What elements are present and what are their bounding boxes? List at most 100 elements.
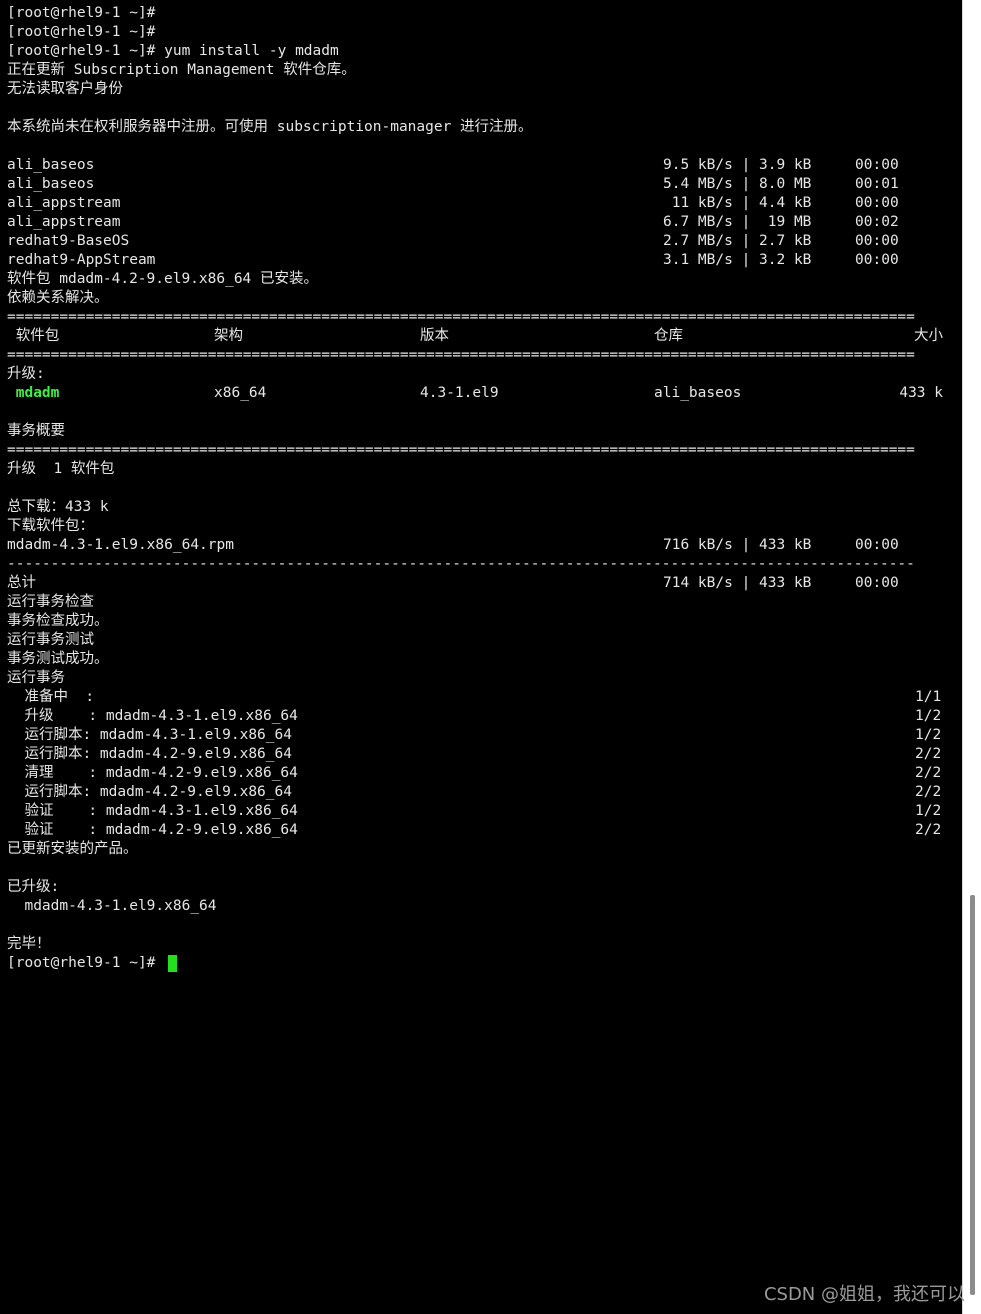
terminal-line: [root@rhel9-1 ~]# — [7, 4, 957, 23]
progress-count: 1/2 — [915, 708, 942, 724]
line-text: ----------------------------------------… — [7, 556, 915, 572]
terminal-line: 准备中 : 1/1 — [7, 688, 957, 707]
line-text: ali_baseos — [7, 157, 95, 173]
terminal-window: [root@rhel9-1 ~]# [root@rhel9-1 ~]# [root@… — [0, 0, 981, 1314]
line-text: 升级 : mdadm-4.3-1.el9.x86_64 — [7, 708, 298, 724]
line-text: 验证 : mdadm-4.2-9.el9.x86_64 — [7, 822, 298, 838]
terminal-line: mdadm x86_64 4.3-1.el9 ali_baseos 433 k — [7, 384, 957, 403]
terminal-line: 总计 714 kB/s | 433 kB 00:00 — [7, 574, 957, 593]
transfer-stats: 5.4 MB/s | 8.0 MB 00:01 — [663, 176, 899, 192]
terminal-line: 运行脚本: mdadm-4.2-9.el9.x86_64 2/2 — [7, 783, 957, 802]
progress-count: 1/2 — [915, 727, 942, 743]
terminal-line: 事务测试成功。 — [7, 650, 957, 669]
line-text: 清理 : mdadm-4.2-9.el9.x86_64 — [7, 765, 298, 781]
progress-count: 2/2 — [915, 784, 942, 800]
terminal-line: 升级 1 软件包 — [7, 460, 957, 479]
col-arch: 架构 — [214, 328, 243, 344]
terminal-line: redhat9-AppStream 3.1 MB/s | 3.2 kB 00:00 — [7, 251, 957, 270]
transfer-stats: 11 kB/s | 4.4 kB 00:00 — [663, 195, 899, 211]
line-text: 运行事务 — [7, 670, 65, 686]
col-size: 大小 — [914, 328, 943, 344]
col-version: 4.3-1.el9 — [420, 385, 499, 401]
line-text: 升级 1 软件包 — [7, 461, 115, 477]
line-text: redhat9-AppStream — [7, 252, 156, 268]
progress-count: 2/2 — [915, 765, 942, 781]
line-text: [root@rhel9-1 ~]# yum install -y mdadm — [7, 43, 339, 59]
line-text: 准备中 : — [7, 689, 95, 705]
terminal-line: mdadm-4.3-1.el9.x86_64 — [7, 897, 957, 916]
line-text: ali_appstream — [7, 214, 121, 230]
terminal-line: [root@rhel9-1 ~]# — [7, 954, 957, 973]
terminal-line: ali_appstream 11 kB/s | 4.4 kB 00:00 — [7, 194, 957, 213]
terminal-line: 验证 : mdadm-4.2-9.el9.x86_64 2/2 — [7, 821, 957, 840]
terminal-screen[interactable]: [root@rhel9-1 ~]# [root@rhel9-1 ~]# [root@… — [0, 0, 962, 1314]
terminal-line: ========================================… — [7, 441, 957, 460]
terminal-line: 总下载：433 k — [7, 498, 957, 517]
terminal-line: 运行事务 — [7, 669, 957, 688]
line-text: 事务概要 — [7, 423, 65, 439]
line-text: ========================================… — [7, 309, 915, 325]
line-text: mdadm-4.3-1.el9.x86_64.rpm — [7, 537, 234, 553]
terminal-line: 依赖关系解决。 — [7, 289, 957, 308]
terminal-line: ========================================… — [7, 346, 957, 365]
transfer-stats: 6.7 MB/s | 19 MB 00:02 — [663, 214, 899, 230]
line-text: 已升级: — [7, 879, 60, 895]
terminal-line: 运行脚本: mdadm-4.2-9.el9.x86_64 2/2 — [7, 745, 957, 764]
progress-count: 1/1 — [915, 689, 942, 705]
line-text: [root@rhel9-1 ~]# — [7, 5, 156, 21]
col-repo: ali_baseos — [654, 385, 742, 401]
terminal-line: redhat9-BaseOS 2.7 MB/s | 2.7 kB 00:00 — [7, 232, 957, 251]
line-text: ali_baseos — [7, 176, 95, 192]
terminal-line: mdadm-4.3-1.el9.x86_64.rpm 716 kB/s | 433… — [7, 536, 957, 555]
terminal-line: 事务检查成功。 — [7, 612, 957, 631]
terminal-line: 运行事务检查 — [7, 593, 957, 612]
terminal-line: 运行脚本: mdadm-4.3-1.el9.x86_64 1/2 — [7, 726, 957, 745]
terminal-line: 完毕！ — [7, 935, 957, 954]
scrollbar-thumb[interactable] — [970, 895, 975, 1295]
line-text: 事务检查成功。 — [7, 613, 109, 629]
line-text: 软件包 — [7, 328, 60, 344]
terminal-line: ali_baseos 5.4 MB/s | 8.0 MB 00:01 — [7, 175, 957, 194]
line-text: 已更新安装的产品。 — [7, 841, 138, 857]
line-text — [7, 385, 16, 401]
col-version: 版本 — [420, 328, 449, 344]
terminal-line: ali_appstream 6.7 MB/s | 19 MB 00:02 — [7, 213, 957, 232]
line-text: 运行事务检查 — [7, 594, 94, 610]
package-name-highlight: mdadm — [15, 385, 60, 401]
terminal-line: 正在更新 Subscription Management 软件仓库。 — [7, 61, 957, 80]
line-text: 运行事务测试 — [7, 632, 94, 648]
transfer-stats: 3.1 MB/s | 3.2 kB 00:00 — [663, 252, 899, 268]
transfer-stats: 2.7 MB/s | 2.7 kB 00:00 — [663, 233, 899, 249]
line-text: 运行脚本: mdadm-4.2-9.el9.x86_64 — [7, 784, 292, 800]
line-text: [root@rhel9-1 ~]# — [7, 955, 165, 971]
vertical-scrollbar[interactable] — [962, 0, 981, 1314]
transfer-stats: 714 kB/s | 433 kB 00:00 — [663, 575, 899, 591]
line-text: 验证 : mdadm-4.3-1.el9.x86_64 — [7, 803, 298, 819]
terminal-line: 清理 : mdadm-4.2-9.el9.x86_64 2/2 — [7, 764, 957, 783]
line-text: 升级: — [7, 366, 45, 382]
terminal-line: 无法读取客户身份 — [7, 80, 957, 99]
line-text: 总计 — [7, 575, 36, 591]
terminal-line: 升级 : mdadm-4.3-1.el9.x86_64 1/2 — [7, 707, 957, 726]
line-text: [root@rhel9-1 ~]# — [7, 24, 156, 40]
terminal-line: [root@rhel9-1 ~]# yum install -y mdadm — [7, 42, 957, 61]
transfer-stats: 9.5 kB/s | 3.9 kB 00:00 — [663, 157, 899, 173]
line-text: 无法读取客户身份 — [7, 81, 123, 97]
terminal-line: 验证 : mdadm-4.3-1.el9.x86_64 1/2 — [7, 802, 957, 821]
line-text: redhat9-BaseOS — [7, 233, 130, 249]
line-text: 总下载：433 k — [7, 499, 109, 515]
transfer-stats: 716 kB/s | 433 kB 00:00 — [663, 537, 899, 553]
line-text: 依赖关系解决。 — [7, 290, 109, 306]
text-cursor — [168, 955, 177, 972]
terminal-line: 软件包 mdadm-4.2-9.el9.x86_64 已安装。 — [7, 270, 957, 289]
col-arch: x86_64 — [214, 385, 267, 401]
line-text: 本系统尚未在权利服务器中注册。可使用 subscription-manager … — [7, 119, 533, 135]
line-text: 事务测试成功。 — [7, 651, 109, 667]
terminal-line: [root@rhel9-1 ~]# — [7, 23, 957, 42]
terminal-line: 本系统尚未在权利服务器中注册。可使用 subscription-manager … — [7, 118, 957, 137]
terminal-line: 升级: — [7, 365, 957, 384]
line-text: ========================================… — [7, 347, 915, 363]
